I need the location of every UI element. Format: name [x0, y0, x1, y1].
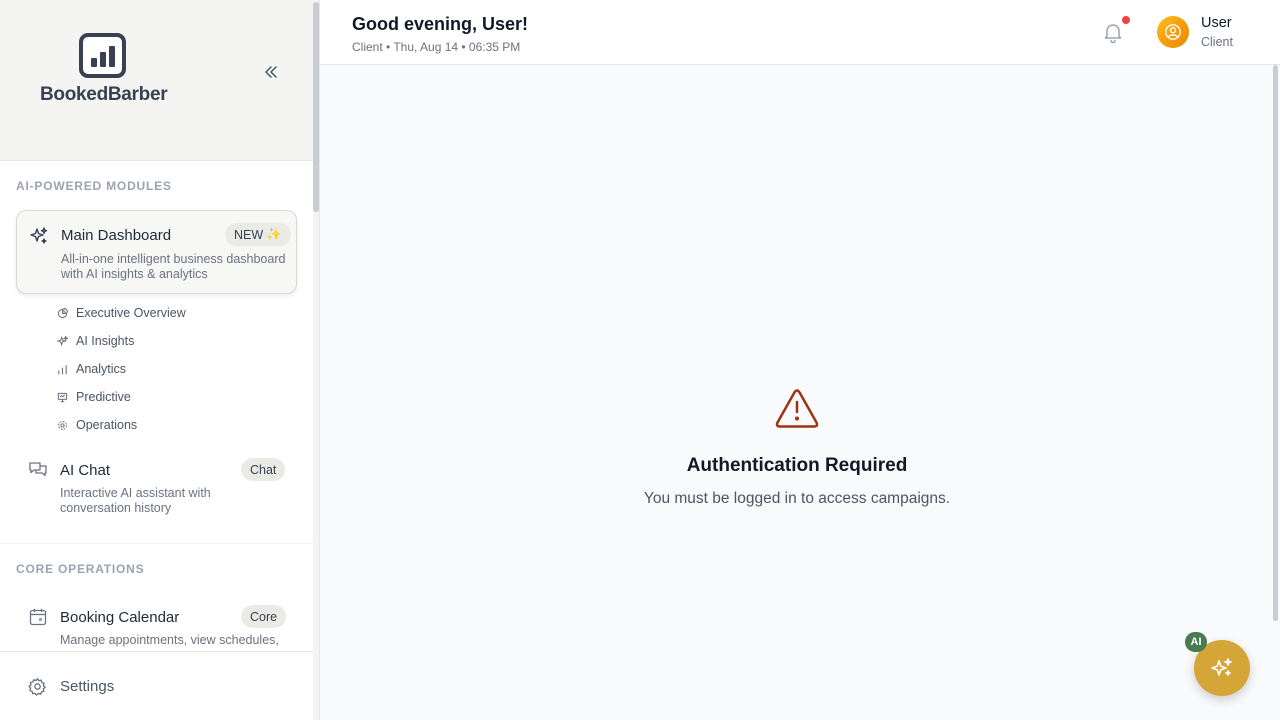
module-title: Booking Calendar — [60, 609, 180, 626]
user-circle-icon — [1165, 24, 1181, 40]
sparkles-icon — [1211, 658, 1232, 676]
sub-item-label: AI Insights — [76, 334, 135, 348]
sparkles-icon — [30, 227, 48, 244]
core-badge: Core — [241, 605, 287, 628]
gear-icon — [28, 678, 46, 696]
module-title: Main Dashboard — [61, 227, 172, 244]
module-description: Manage appointments, view schedules, — [60, 633, 279, 647]
new-badge: NEW ✨ — [225, 223, 291, 246]
greeting-title: Good evening, User! — [352, 14, 529, 34]
section-title-core: CORE OPERATIONS — [16, 562, 145, 576]
module-description: Interactive AI assistant with conversati… — [60, 486, 211, 515]
top-header: Good evening, User! Client • Thu, Aug 14… — [320, 0, 1280, 65]
presentation-icon — [56, 391, 68, 403]
logo-icon — [79, 33, 126, 78]
sidebar-item-executive-overview[interactable]: Executive Overview — [56, 302, 186, 324]
settings-label: Settings — [60, 678, 115, 695]
sparkles-icon — [56, 335, 68, 347]
avatar[interactable] — [1157, 16, 1189, 48]
gear-icon — [56, 419, 68, 431]
ai-badge: AI — [1185, 632, 1207, 652]
module-booking-calendar[interactable]: Booking Calendar Core Manage appointment… — [16, 600, 297, 650]
divider — [0, 543, 313, 544]
module-main-dashboard[interactable]: Main Dashboard NEW ✨ All-in-one intellig… — [16, 210, 297, 294]
settings-link[interactable]: Settings — [0, 651, 313, 720]
sidebar-item-analytics[interactable]: Analytics — [56, 358, 126, 380]
sidebar-item-ai-insights[interactable]: AI Insights — [56, 330, 134, 352]
sub-item-label: Executive Overview — [76, 306, 186, 320]
badge-label: NEW — [234, 227, 264, 242]
auth-required-message: You must be logged in to access campaign… — [643, 490, 951, 507]
warning-triangle-icon — [775, 389, 819, 428]
notification-dot — [1122, 16, 1130, 24]
module-description: All-in-one intelligent business dashboar… — [61, 252, 286, 281]
sub-item-label: Operations — [76, 418, 138, 432]
chevrons-left-icon — [265, 66, 277, 78]
sidebar-item-operations[interactable]: Operations — [56, 414, 137, 436]
brand-name: BookedBarber — [40, 84, 168, 105]
bar-chart-icon — [56, 363, 68, 375]
calendar-icon — [29, 608, 47, 626]
sidebar-scrollbar-thumb[interactable] — [313, 2, 319, 212]
bell-icon[interactable] — [1101, 20, 1125, 44]
section-title-ai: AI-POWERED MODULES — [16, 179, 172, 193]
greeting-subline: Client • Thu, Aug 14 • 06:35 PM — [352, 40, 521, 54]
user-name[interactable]: User — [1201, 15, 1232, 31]
sidebar: BookedBarber AI-POWERED MODULES Main Das… — [0, 0, 320, 720]
sidebar-item-predictive[interactable]: Predictive — [56, 386, 131, 408]
collapse-sidebar-button[interactable] — [258, 60, 284, 84]
chat-badge: Chat — [241, 458, 286, 481]
main-scrollbar[interactable] — [1273, 65, 1278, 621]
brand-area: BookedBarber — [0, 0, 319, 161]
pie-chart-icon — [56, 307, 68, 319]
module-ai-chat[interactable]: AI Chat Chat Interactive AI assistant wi… — [16, 452, 297, 522]
sub-item-label: Analytics — [76, 362, 127, 376]
sparkle-emoji-icon: ✨ — [266, 227, 282, 241]
auth-required-title: Authentication Required — [686, 455, 908, 476]
sub-item-label: Predictive — [76, 390, 131, 404]
module-title: AI Chat — [60, 462, 111, 479]
user-role: Client — [1201, 35, 1233, 49]
chat-bubbles-icon — [29, 462, 47, 477]
